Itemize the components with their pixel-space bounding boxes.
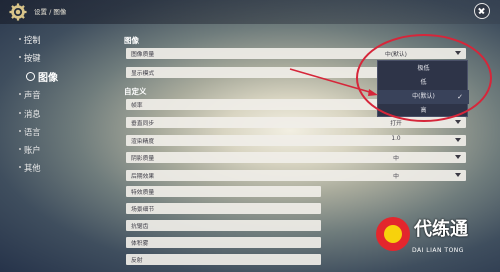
watermark-text: 代练通 <box>414 219 468 240</box>
watermark-logo-icon <box>376 217 410 251</box>
watermark: 代练通 DAI LIAN TONG <box>376 213 496 267</box>
watermark-subtext: DAI LIAN TONG <box>412 247 464 254</box>
